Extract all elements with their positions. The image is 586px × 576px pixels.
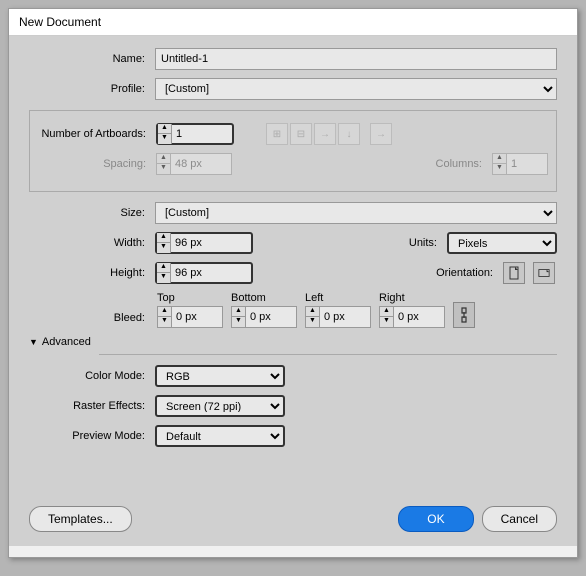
height-spinner[interactable]: ▲▼ [155,262,253,284]
grid-col-icon: ⊟ [290,123,312,145]
preview-mode-select[interactable]: Default [155,425,285,447]
portrait-icon[interactable] [503,262,525,284]
ok-button[interactable]: OK [398,506,473,532]
raster-label: Raster Effects: [29,400,149,412]
raster-effects-select[interactable]: Screen (72 ppi) [155,395,285,417]
arrange-right-icon: → [314,123,336,145]
up-icon[interactable]: ▲ [157,233,171,243]
up-icon[interactable]: ▲ [158,307,172,317]
bleed-left-spinner[interactable]: ▲▼ [305,306,371,328]
bleed-bottom-spinner[interactable]: ▲▼ [231,306,297,328]
dialog-title: New Document [9,9,577,36]
columns-spinner: ▲▼ [492,153,548,175]
down-icon[interactable]: ▼ [306,317,320,327]
down-icon: ▼ [493,164,507,174]
dialog-content: Name: Profile: [Custom] Number of Artboa… [9,36,577,546]
up-icon[interactable]: ▲ [158,124,172,134]
units-label: Units: [409,237,441,249]
artboards-spinner[interactable]: ▲▼ [156,123,234,145]
arrange-down-icon: ↓ [338,123,360,145]
color-mode-label: Color Mode: [29,370,149,382]
width-label: Width: [29,237,149,249]
new-document-dialog: New Document Name: Profile: [Custom] Num… [8,8,578,558]
up-icon: ▲ [493,154,507,164]
artboards-input[interactable] [172,124,232,144]
orientation-label: Orientation: [436,267,497,279]
profile-label: Profile: [29,83,149,95]
bleed-right-spinner[interactable]: ▲▼ [379,306,445,328]
advanced-label: Advanced [42,336,91,348]
link-bleed-icon[interactable] [453,302,475,328]
bleed-top-label: Top [157,292,223,304]
bleed-bottom-input[interactable] [246,307,296,327]
height-label: Height: [29,267,149,279]
size-select[interactable]: [Custom] [155,202,557,224]
bleed-bottom-label: Bottom [231,292,297,304]
height-input[interactable] [171,263,251,283]
advanced-header[interactable]: ▼ Advanced [29,336,557,348]
color-mode-select[interactable]: RGB [155,365,285,387]
preview-label: Preview Mode: [29,430,149,442]
spacing-label: Spacing: [38,158,150,170]
name-input[interactable] [155,48,557,70]
cancel-button[interactable]: Cancel [482,506,557,532]
bleed-label: Bleed: [29,312,149,324]
arrange-icons: ⊞ ⊟ → ↓ → [266,123,392,145]
down-icon[interactable]: ▼ [158,317,172,327]
bleed-left-label: Left [305,292,371,304]
grid-row-icon: ⊞ [266,123,288,145]
name-label: Name: [29,53,149,65]
columns-label: Columns: [436,158,486,170]
bleed-left-input[interactable] [320,307,370,327]
up-icon[interactable]: ▲ [306,307,320,317]
bleed-right-input[interactable] [394,307,444,327]
width-input[interactable] [171,233,251,253]
chevron-down-icon: ▼ [29,337,38,347]
templates-button[interactable]: Templates... [29,506,132,532]
spacing-input [171,154,231,174]
bleed-right-label: Right [379,292,445,304]
columns-input [507,154,547,174]
artboards-label: Number of Artboards: [38,128,150,140]
bleed-top-input[interactable] [172,307,222,327]
up-icon[interactable]: ▲ [157,263,171,273]
up-icon[interactable]: ▲ [232,307,246,317]
down-icon[interactable]: ▼ [232,317,246,327]
down-icon[interactable]: ▼ [158,134,172,144]
down-icon: ▼ [157,164,171,174]
down-icon[interactable]: ▼ [157,273,171,283]
spacing-spinner: ▲▼ [156,153,232,175]
width-spinner[interactable]: ▲▼ [155,232,253,254]
units-select[interactable]: Pixels [447,232,557,254]
down-icon[interactable]: ▼ [380,317,394,327]
artboard-group: Number of Artboards: ▲▼ ⊞ ⊟ → ↓ → Spacin… [29,110,557,192]
arrange-ltr-icon: → [370,123,392,145]
bleed-top-spinner[interactable]: ▲▼ [157,306,223,328]
size-label: Size: [29,207,149,219]
up-icon[interactable]: ▲ [380,307,394,317]
down-icon[interactable]: ▼ [157,243,171,253]
landscape-icon[interactable] [533,262,555,284]
profile-select[interactable]: [Custom] [155,78,557,100]
up-icon: ▲ [157,154,171,164]
